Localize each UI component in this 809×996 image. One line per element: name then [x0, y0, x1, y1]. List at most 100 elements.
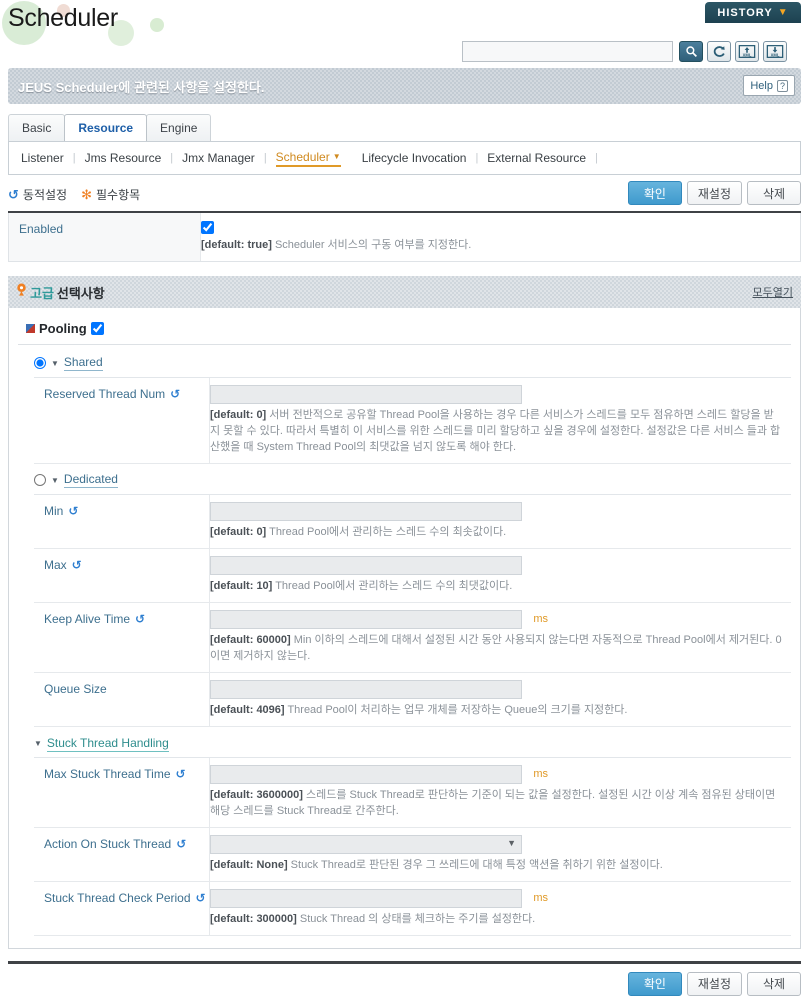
- shared-radio[interactable]: [34, 357, 46, 370]
- page-title: Scheduler: [8, 4, 118, 32]
- keep-alive-time-input[interactable]: [210, 609, 522, 629]
- footer-divider: [8, 960, 801, 964]
- keep-alive-time-body: ms [default: 60000] Min 이하의 스레드에 대해서 설정된…: [210, 603, 791, 672]
- help-label: Help: [750, 79, 773, 92]
- max-stuck-thread-time-body: ms [default: 3600000] 스레드를 Stuck Thread로…: [210, 758, 791, 827]
- subnav-item-jmx-manager[interactable]: Jmx Manager: [182, 151, 255, 165]
- xml-export-icon[interactable]: XML: [763, 41, 787, 62]
- stuck-thread-check-period-input[interactable]: [210, 888, 522, 908]
- open-all-link[interactable]: 모두열기: [753, 284, 793, 300]
- enabled-hint-text: Scheduler 서비스의 구동 여부를 지정한다.: [274, 239, 472, 252]
- delete-button-top[interactable]: 삭제: [747, 181, 801, 205]
- subnav-separator: |: [263, 152, 267, 164]
- dedicated-label[interactable]: Dedicated: [63, 472, 118, 489]
- queue-size-text: Queue Size: [44, 681, 107, 696]
- keep-alive-time-unit: ms: [533, 613, 549, 626]
- enabled-hint: [default: true] Scheduler 서비스의 구동 여부를 지정…: [201, 238, 792, 254]
- top-action-buttons: 확인 재설정 삭제: [627, 181, 801, 205]
- dedicated-radio[interactable]: [34, 474, 46, 487]
- advanced-section-body: Pooling ▼ Shared Reserved Thread Num ↺ […: [8, 308, 801, 949]
- pooling-checkbox[interactable]: [90, 322, 104, 336]
- queue-size-input[interactable]: [210, 679, 522, 699]
- stuck-thread-handling-label[interactable]: Stuck Thread Handling: [46, 736, 169, 752]
- max-stuck-thread-time-text: Max Stuck Thread Time: [44, 766, 171, 781]
- search-input[interactable]: [462, 41, 673, 62]
- history-button[interactable]: HISTORY ▼: [705, 2, 801, 23]
- xml-import-icon[interactable]: XML: [735, 41, 759, 62]
- dynamic-setting-icon: ↺: [176, 836, 187, 851]
- subnav-item-listener[interactable]: Listener: [21, 151, 64, 165]
- shared-label[interactable]: Shared: [63, 355, 103, 372]
- queue-size-default: [default: 4096]: [210, 703, 285, 716]
- delete-button-bottom[interactable]: 삭제: [747, 971, 801, 996]
- triangle-down-icon: ▼: [51, 358, 59, 368]
- enabled-section: Enabled [default: true] Scheduler 서비스의 구…: [8, 213, 801, 263]
- action-on-stuck-thread-label: Action On Stuck Thread ↺: [34, 827, 210, 881]
- stuck-thread-check-period-hint: [default: 300000] Stuck Thread 의 상태를 체크하…: [210, 912, 783, 928]
- table-row: Action On Stuck Thread ↺ ▼ [default: Non…: [34, 827, 791, 882]
- min-label: Min ↺: [34, 495, 210, 549]
- subnav-separator: |: [595, 152, 598, 164]
- tab-basic[interactable]: Basic: [8, 114, 66, 141]
- queue-size-label: Queue Size: [34, 672, 210, 726]
- max-input[interactable]: [210, 556, 522, 576]
- stuck-thread-check-period-unit: ms: [533, 892, 549, 905]
- triangle-down-icon: ▼: [51, 475, 59, 485]
- action-on-stuck-thread-hint-text: Stuck Thread로 판단된 경우 그 쓰레드에 대해 특정 액션을 취하…: [290, 858, 663, 871]
- action-on-stuck-thread-select[interactable]: [210, 834, 522, 854]
- dynamic-setting-icon: ↺: [170, 387, 181, 402]
- dynamic-setting-icon: ↺: [68, 504, 79, 519]
- xml-import-glyph: XML: [738, 45, 756, 58]
- table-row: Min ↺ [default: 0] Thread Pool에서 관리하는 스레…: [34, 495, 791, 550]
- stuck-thread-check-period-label: Stuck Thread Check Period ↺: [34, 881, 210, 935]
- pin-icon: [16, 283, 27, 301]
- advanced-title-rest: 선택사항: [56, 285, 105, 301]
- enabled-checkbox[interactable]: [201, 221, 214, 235]
- max-stuck-thread-time-input[interactable]: [210, 764, 522, 784]
- subnav-item-scheduler-label: Scheduler: [275, 149, 330, 164]
- dynamic-setting-icon: ↺: [71, 558, 82, 573]
- max-stuck-thread-time-unit: ms: [533, 768, 549, 781]
- advanced-section-header: 고급 선택사항 모두열기: [8, 276, 801, 309]
- reset-button-bottom[interactable]: 재설정: [686, 971, 742, 996]
- reset-button-top[interactable]: 재설정: [686, 181, 742, 205]
- chevron-down-icon: ▼: [777, 7, 789, 18]
- dedicated-fields: Min ↺ [default: 0] Thread Pool에서 관리하는 스레…: [34, 494, 791, 727]
- refresh-icon[interactable]: [707, 41, 731, 62]
- min-input[interactable]: [210, 502, 522, 522]
- tab-resource-label: Resource: [78, 121, 134, 135]
- subnav-item-external-resource[interactable]: External Resource: [487, 151, 586, 165]
- enabled-body: [default: true] Scheduler 서비스의 구동 여부를 지정…: [201, 213, 800, 261]
- queue-size-hint-text: Thread Pool이 처리하는 업무 개체를 저장하는 Queue의 크기를…: [287, 703, 628, 716]
- legend-required: ✻ 필수항목: [81, 186, 140, 203]
- svg-text:XML: XML: [771, 53, 780, 58]
- subnav-item-scheduler[interactable]: Scheduler ▼: [275, 149, 341, 167]
- main-tabs: Basic Resource Engine: [8, 114, 801, 141]
- min-body: [default: 0] Thread Pool에서 관리하는 스레드 수의 최…: [210, 495, 791, 548]
- confirm-button-bottom[interactable]: 확인: [627, 971, 682, 996]
- stuck-thread-check-period-body: ms [default: 300000] Stuck Thread 의 상태를 …: [210, 882, 791, 935]
- dynamic-setting-icon: ↺: [175, 766, 186, 781]
- confirm-button-top[interactable]: 확인: [627, 181, 682, 205]
- subnav-item-lifecycle-invocation[interactable]: Lifecycle Invocation: [362, 151, 467, 165]
- keep-alive-time-default: [default: 60000]: [210, 633, 291, 646]
- tab-engine-label: Engine: [160, 121, 198, 135]
- min-hint-text: Thread Pool에서 관리하는 스레드 수의 최솟값이다.: [269, 526, 507, 539]
- max-hint-text: Thread Pool에서 관리하는 스레드 수의 최댓값이다.: [275, 580, 513, 593]
- refresh-glyph: [713, 46, 725, 57]
- reserved-thread-num-body: [default: 0] 서버 전반적으로 공유할 Thread Pool을 사…: [210, 378, 791, 463]
- max-stuck-thread-time-hint: [default: 3600000] 스레드를 Stuck Thread로 판단…: [210, 788, 783, 820]
- pooling-header: Pooling: [18, 318, 791, 346]
- keep-alive-time-label: Keep Alive Time ↺: [34, 602, 210, 672]
- max-hint: [default: 10] Thread Pool에서 관리하는 스레드 수의 …: [210, 579, 783, 595]
- tab-engine[interactable]: Engine: [146, 114, 212, 141]
- reserved-thread-num-input[interactable]: [210, 385, 522, 405]
- help-button[interactable]: Help ?: [743, 75, 795, 96]
- description-banner: JEUS Scheduler에 관련된 사항을 설정한다. Help ?: [8, 68, 801, 104]
- search-icon[interactable]: [679, 41, 703, 62]
- legend-dynamic-label: 동적설정: [22, 188, 68, 202]
- min-default: [default: 0]: [210, 526, 267, 539]
- stuck-thread-fields: Max Stuck Thread Time ↺ ms [default: 360…: [34, 756, 791, 936]
- subnav-item-jms-resource[interactable]: Jms Resource: [85, 151, 162, 165]
- tab-resource[interactable]: Resource: [64, 114, 148, 141]
